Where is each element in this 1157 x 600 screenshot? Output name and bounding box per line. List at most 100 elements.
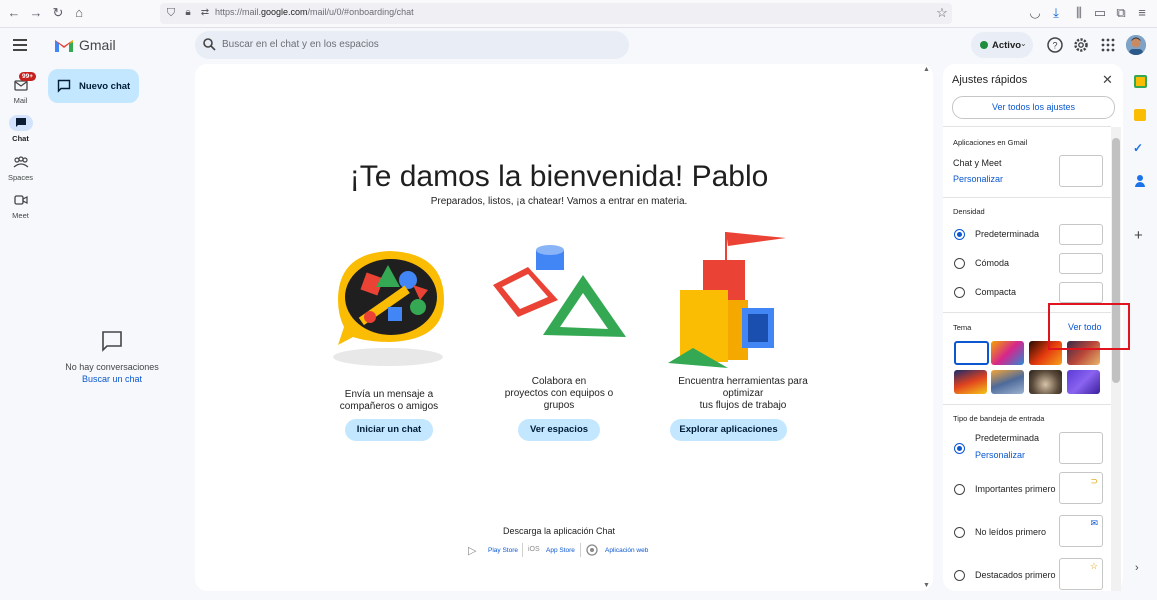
- empty-chat-icon: [102, 331, 122, 352]
- view-spaces-button[interactable]: Ver espacios: [518, 419, 600, 441]
- rail-spaces-label: Spaces: [7, 173, 34, 182]
- gmail-logo-icon: [55, 40, 73, 52]
- help-icon[interactable]: ?: [1046, 36, 1064, 54]
- theme-swatch-7[interactable]: [1029, 370, 1062, 394]
- settings-gear-icon[interactable]: [1072, 36, 1090, 54]
- find-chat-link[interactable]: Buscar un chat: [60, 374, 164, 384]
- card-2-line3: grupos: [543, 400, 575, 411]
- inbox-starred-label: Destacados primero: [975, 570, 1056, 580]
- theme-swatch-2[interactable]: [991, 341, 1024, 365]
- expand-side-panel-icon[interactable]: ›: [1135, 562, 1139, 574]
- card-3-line2: optimizar: [722, 388, 764, 399]
- inbox-starred-radio[interactable]: [954, 570, 965, 581]
- rail-chat[interactable]: Chat: [0, 115, 41, 143]
- see-all-settings-button[interactable]: Ver todos los ajustes: [952, 96, 1115, 119]
- account-avatar[interactable]: [1126, 35, 1146, 55]
- forward-icon[interactable]: →: [28, 5, 44, 21]
- search-input[interactable]: Buscar en el chat y en los espacios: [195, 31, 629, 59]
- library-icon[interactable]: ⫼: [1071, 5, 1087, 21]
- density-comfortable-radio[interactable]: [954, 258, 965, 269]
- inbox-customize-link[interactable]: Personalizar: [975, 450, 1025, 460]
- chevron-down-icon: ⌄: [1020, 39, 1027, 48]
- app-store-link[interactable]: App Store: [546, 547, 575, 554]
- add-app-icon[interactable]: +: [1134, 227, 1143, 244]
- new-chat-label: Nuevo chat: [79, 81, 131, 92]
- tasks-icon[interactable]: ✓: [1133, 141, 1143, 155]
- card-2-text: Colabora en proyectos con equipos o grup…: [492, 376, 626, 412]
- address-bar[interactable]: ⛉ 🔒︎ ⇄ https://mail.google.com/mail/u/0/…: [160, 3, 952, 24]
- density-compact-label: Compacta: [975, 287, 1017, 297]
- home-icon[interactable]: ⌂: [71, 5, 87, 21]
- reload-icon[interactable]: ↻: [50, 5, 66, 21]
- status-label: Activo: [992, 40, 1022, 51]
- welcome-subtitle: Preparados, listos, ¡a chatear! Vamos a …: [430, 196, 688, 207]
- customize-apps-link[interactable]: Personalizar: [953, 174, 1003, 184]
- apps-grid-icon[interactable]: [1099, 36, 1117, 54]
- rail-mail[interactable]: Mail: [0, 77, 41, 105]
- inbox-default-thumbnail: [1059, 432, 1103, 464]
- card-2-line1: Colabora en: [531, 376, 587, 387]
- close-icon[interactable]: ✕: [1102, 72, 1113, 88]
- menu-icon[interactable]: ≡: [1134, 5, 1150, 21]
- inbox-unread-label: No leídos primero: [975, 527, 1047, 537]
- pocket-icon[interactable]: ◡: [1027, 5, 1043, 21]
- start-chat-button[interactable]: Iniciar un chat: [345, 419, 433, 441]
- main-menu-icon[interactable]: [13, 39, 27, 51]
- app-name: Gmail: [79, 37, 116, 53]
- density-compact-thumbnail: [1059, 282, 1103, 303]
- empty-conversations-text: No hay conversaciones: [65, 362, 159, 372]
- card-2-line2: proyectos con equipos o: [504, 388, 614, 399]
- calendar-icon[interactable]: [1134, 75, 1147, 88]
- bookmark-star-icon[interactable]: ☆: [934, 5, 950, 21]
- spaces-icon: [9, 154, 33, 170]
- inbox-section-title: Tipo de bandeja de entrada: [953, 414, 1045, 423]
- new-chat-icon: [57, 79, 71, 93]
- tools-illustration: [668, 232, 786, 368]
- card-3-line1: Encuentra herramientas para: [678, 376, 808, 387]
- download-app-title: Descarga la aplicación Chat: [502, 526, 616, 536]
- density-comfortable-thumbnail: [1059, 253, 1103, 274]
- theme-swatch-5[interactable]: [954, 370, 987, 394]
- status-dot: [980, 41, 988, 49]
- sidebar-icon[interactable]: ▭: [1092, 5, 1108, 21]
- inbox-starred-thumbnail: ☆: [1059, 558, 1103, 590]
- density-default-label: Predeterminada: [975, 229, 1040, 239]
- theme-default-swatch[interactable]: [954, 341, 989, 365]
- downloads-icon[interactable]: ⤓: [1048, 5, 1064, 21]
- contacts-icon[interactable]: [1134, 175, 1146, 189]
- status-selector[interactable]: Activo ⌄: [971, 32, 1033, 58]
- theme-section-title: Tema: [953, 323, 972, 332]
- main-scrollbar[interactable]: ▲ ▼: [921, 64, 933, 591]
- inbox-default-label: Predeterminada: [975, 433, 1040, 443]
- quick-settings-title: Ajustes rápidos: [952, 74, 1028, 86]
- new-chat-button[interactable]: Nuevo chat: [48, 69, 139, 103]
- web-app-link[interactable]: Aplicación web: [605, 547, 648, 554]
- inbox-important-label: Importantes primero: [975, 484, 1056, 494]
- play-store-link[interactable]: Play Store: [488, 547, 518, 554]
- inbox-important-radio[interactable]: [954, 484, 965, 495]
- divider: [522, 543, 523, 557]
- inbox-unread-radio[interactable]: [954, 527, 965, 538]
- density-default-radio[interactable]: [954, 229, 965, 240]
- density-compact-radio[interactable]: [954, 287, 965, 298]
- permissions-icon[interactable]: ⇄: [197, 5, 213, 21]
- back-icon[interactable]: ←: [6, 5, 22, 21]
- inbox-default-radio[interactable]: [954, 443, 965, 454]
- theme-swatch-6[interactable]: [991, 370, 1024, 394]
- theme-swatch-8[interactable]: [1067, 370, 1100, 394]
- extensions-icon[interactable]: ⧉: [1113, 5, 1129, 21]
- browser-toolbar: ← → ↻ ⌂ ⛉ 🔒︎ ⇄ https://mail.google.com/m…: [0, 0, 1157, 28]
- rail-meet[interactable]: Meet: [0, 192, 41, 220]
- url-text: https://mail.google.com/mail/u/0/#onboar…: [215, 7, 414, 17]
- density-comfortable-label: Cómoda: [975, 258, 1010, 268]
- rail-chat-label: Chat: [12, 134, 29, 143]
- divider: [943, 404, 1111, 405]
- lock-icon[interactable]: 🔒︎: [180, 5, 196, 21]
- meet-video-icon: [9, 192, 33, 208]
- svg-text:?: ?: [1052, 41, 1057, 51]
- rail-spaces[interactable]: Spaces: [0, 154, 41, 182]
- explore-apps-button[interactable]: Explorar aplicaciones: [670, 419, 787, 441]
- shield-icon[interactable]: ⛉: [163, 5, 179, 21]
- keep-icon[interactable]: [1134, 109, 1146, 121]
- rail-mail-label: Mail: [13, 96, 28, 105]
